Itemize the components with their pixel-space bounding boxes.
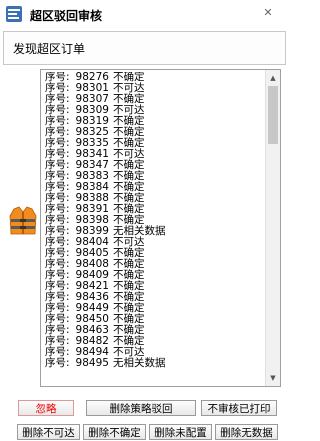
list-item[interactable]: 序号: 98436 不确定 [41,292,263,303]
list-item[interactable]: 序号: 98404 不可达 [41,237,263,248]
order-listbox[interactable]: 序号: 98276 不确定 序号: 98301 不可达 序号: 98307 不确定 序号: 9830… [40,69,281,387]
list-item[interactable]: 序号: 98384 不确定 [41,182,263,193]
list-item[interactable]: 序号: 98309 不可达 [41,105,263,116]
list-item[interactable]: 序号: 98408 不确定 [41,259,263,270]
list-item-number: 98495 [75,357,109,369]
list-item[interactable]: 序号: 98335 不确定 [41,138,263,149]
delete-unconfigured-button[interactable]: 删除未配置 [149,424,212,440]
list-item[interactable]: 序号: 98405 不确定 [41,248,263,259]
list-item[interactable]: 序号: 98391 不确定 [41,204,263,215]
title-bar: 超区驳回审核 ✕ [0,0,287,30]
delete-unreachable-button[interactable]: 删除不可达 [17,424,80,440]
list-item[interactable]: 序号: 98319 不确定 [41,116,263,127]
list-item[interactable]: 序号: 98421 不确定 [41,281,263,292]
list-item[interactable]: 序号: 98409 不确定 [41,270,263,281]
list-item[interactable]: 序号: 98383 不确定 [41,171,263,182]
list-item-label: 序号: [45,357,70,369]
list-item[interactable]: 序号: 98347 不确定 [41,160,263,171]
list-item-status: 无相关数据 [112,357,166,369]
list-item[interactable]: 序号: 98463 不确定 [41,325,263,336]
list-item[interactable]: 序号: 98449 不确定 [41,303,263,314]
list-item[interactable]: 序号: 98276 不确定 [41,72,263,83]
scroll-down-icon[interactable]: ▼ [268,372,278,384]
order-list[interactable]: 序号: 98276 不确定 序号: 98301 不可达 序号: 98307 不确定 序号: 9830… [41,72,263,384]
list-item[interactable]: 序号: 98341 不可达 [41,149,263,160]
no-audit-printed-button[interactable]: 不审核已打印 [201,400,277,416]
scroll-thumb[interactable] [268,86,278,144]
life-vest-icon [9,206,37,235]
delete-no-data-button[interactable]: 删除无数据 [215,424,278,440]
list-item[interactable]: 序号: 98495 无相关数据 [41,358,263,369]
subtitle-panel: 发现超区订单 [3,31,286,65]
window-title: 超区驳回审核 [30,9,103,23]
list-item[interactable]: 序号: 98450 不确定 [41,314,263,325]
list-item[interactable]: 序号: 98399 无相关数据 [41,226,263,237]
vertical-scrollbar[interactable]: ▲ ▼ [265,70,280,386]
subtitle-text: 发现超区订单 [13,42,86,56]
ignore-button[interactable]: 忽略 [18,400,74,416]
delete-strategy-reject-button[interactable]: 删除策略驳回 [86,400,196,416]
app-icon [6,6,22,22]
scroll-up-icon[interactable]: ▲ [268,72,278,84]
list-item[interactable]: 序号: 98301 不可达 [41,83,263,94]
list-item[interactable]: 序号: 98325 不确定 [41,127,263,138]
delete-uncertain-button[interactable]: 删除不确定 [83,424,146,440]
list-item[interactable]: 序号: 98307 不确定 [41,94,263,105]
list-item[interactable]: 序号: 98482 不确定 [41,336,263,347]
close-icon[interactable]: ✕ [258,4,278,22]
audit-window: 超区驳回审核 ✕ 发现超区订单 序号: 98276 不确定 序号: 98301 不可达 序号… [0,0,287,440]
list-item[interactable]: 序号: 98388 不确定 [41,193,263,204]
